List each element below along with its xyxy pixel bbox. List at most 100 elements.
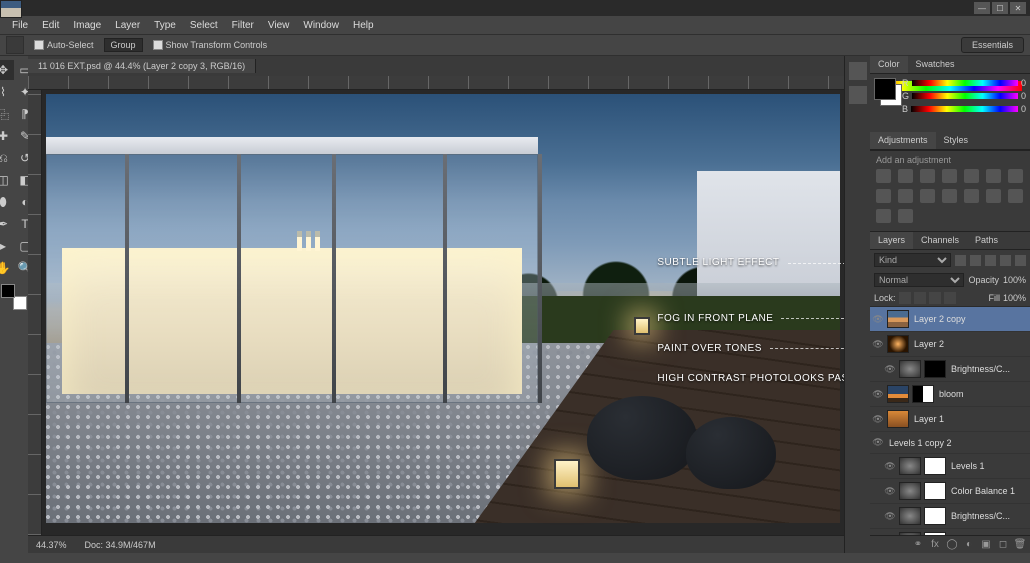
layer-thumbnail[interactable]	[899, 360, 921, 378]
adjustment-brightness-icon[interactable]	[876, 169, 891, 183]
properties-panel-icon[interactable]	[849, 86, 867, 104]
lasso-tool-icon[interactable]: ⌇	[0, 82, 14, 102]
healing-brush-tool-icon[interactable]: ✚	[0, 126, 14, 146]
adjustment-channelmixer-icon[interactable]	[920, 189, 935, 203]
layer-name[interactable]: Color Balance 1	[949, 486, 1028, 496]
menu-window[interactable]: Window	[297, 18, 345, 33]
layer-visibility-icon[interactable]: 👁	[884, 461, 896, 472]
adjustment-colorbalance-icon[interactable]	[1008, 169, 1023, 183]
blend-mode-select[interactable]: Normal	[874, 273, 964, 287]
foreground-background-color[interactable]	[1, 284, 27, 310]
menu-file[interactable]: File	[6, 18, 34, 33]
minimize-button[interactable]: —	[974, 2, 990, 14]
channels-tab[interactable]: Channels	[913, 232, 967, 249]
lock-transparency-icon[interactable]	[899, 292, 911, 304]
layer-mask-thumbnail[interactable]	[924, 507, 946, 525]
layers-tab[interactable]: Layers	[870, 232, 913, 249]
layer-name[interactable]: Layer 2	[912, 339, 1028, 349]
menu-layer[interactable]: Layer	[109, 18, 146, 33]
show-transform-checkbox[interactable]: Show Transform Controls	[153, 40, 268, 50]
fill-value[interactable]: 100%	[1003, 293, 1026, 303]
adjustment-bw-icon[interactable]	[876, 189, 891, 203]
filter-shape-icon[interactable]	[1000, 255, 1011, 266]
layer-thumbnail[interactable]	[887, 335, 909, 353]
eraser-tool-icon[interactable]: ◫	[0, 170, 14, 190]
adjustment-gradientmap-icon[interactable]	[876, 209, 891, 223]
layer-name[interactable]: Layer 2 copy	[912, 314, 1028, 324]
layer-row[interactable]: 👁Layer 2	[870, 332, 1030, 357]
ruler-vertical[interactable]	[28, 90, 42, 535]
maximize-button[interactable]: ☐	[992, 2, 1008, 14]
layer-name[interactable]: Levels 1 copy 2	[887, 438, 1028, 448]
layer-name[interactable]: Layer 1	[912, 414, 1028, 424]
path-select-tool-icon[interactable]: ▸	[0, 236, 14, 256]
filter-smart-icon[interactable]	[1015, 255, 1026, 266]
lock-position-icon[interactable]	[929, 292, 941, 304]
move-tool-icon[interactable]: ✥	[0, 60, 14, 80]
styles-tab[interactable]: Styles	[936, 132, 977, 149]
color-tab[interactable]: Color	[870, 56, 908, 73]
layer-visibility-icon[interactable]: 👁	[872, 437, 884, 448]
color-sliders[interactable]: R0 G0 B0	[902, 76, 1026, 116]
layer-mask-thumbnail[interactable]	[924, 457, 946, 475]
menu-edit[interactable]: Edit	[36, 18, 65, 33]
lock-pixels-icon[interactable]	[914, 292, 926, 304]
filter-pixel-icon[interactable]	[955, 255, 966, 266]
history-panel-icon[interactable]	[849, 62, 867, 80]
layer-thumbnail[interactable]	[887, 385, 909, 403]
ruler-horizontal[interactable]	[28, 76, 844, 90]
color-fg-swatch[interactable]	[874, 78, 896, 100]
document-tab[interactable]: 11 016 EXT.psd @ 44.4% (Layer 2 copy 3, …	[28, 59, 256, 73]
adjustment-vibrance-icon[interactable]	[964, 169, 979, 183]
layer-visibility-icon[interactable]: 👁	[872, 414, 884, 425]
adjustment-selectivecolor-icon[interactable]	[898, 209, 913, 223]
opacity-value[interactable]: 100%	[1003, 275, 1026, 285]
menu-type[interactable]: Type	[148, 18, 182, 33]
layer-mask-icon[interactable]: ◯	[946, 539, 958, 551]
auto-select-mode[interactable]: Group	[104, 38, 143, 52]
layer-visibility-icon[interactable]: 👁	[884, 486, 896, 497]
paths-tab[interactable]: Paths	[967, 232, 1006, 249]
adjustment-photofilter-icon[interactable]	[898, 189, 913, 203]
layer-row[interactable]: 👁Brightness/C...	[870, 357, 1030, 382]
new-adjustment-icon[interactable]: ◐	[963, 539, 975, 551]
layer-kind-filter[interactable]: Kind	[874, 253, 951, 267]
layer-visibility-icon[interactable]: 👁	[872, 314, 884, 325]
layer-fx-icon[interactable]: fx	[929, 539, 941, 551]
menu-image[interactable]: Image	[67, 18, 107, 33]
menu-help[interactable]: Help	[347, 18, 380, 33]
hand-tool-icon[interactable]: ✋	[0, 258, 14, 278]
layer-list[interactable]: 👁Layer 2 copy👁Layer 2👁Brightness/C...👁bl…	[870, 307, 1030, 535]
workspace-switcher[interactable]: Essentials	[961, 37, 1024, 53]
auto-select-checkbox[interactable]: Auto-Select	[34, 40, 94, 50]
layer-row[interactable]: 👁 Layer 2 copy	[870, 307, 1030, 332]
link-layers-icon[interactable]: ⚭	[912, 539, 924, 551]
layer-mask-thumbnail[interactable]	[924, 482, 946, 500]
close-button[interactable]: ✕	[1010, 2, 1026, 14]
move-tool-preset-icon[interactable]	[6, 36, 24, 54]
layer-thumbnail[interactable]	[887, 310, 909, 328]
adjustment-exposure-icon[interactable]	[942, 169, 957, 183]
menu-filter[interactable]: Filter	[226, 18, 260, 33]
crop-tool-icon[interactable]: ⿻	[0, 104, 14, 124]
layer-row[interactable]: 👁 Layer 1	[870, 407, 1030, 432]
layer-visibility-icon[interactable]: 👁	[884, 364, 896, 375]
layer-name[interactable]: Levels 1	[949, 461, 1028, 471]
adjustment-curves-icon[interactable]	[920, 169, 935, 183]
layer-visibility-icon[interactable]: 👁	[884, 511, 896, 522]
menu-view[interactable]: View	[262, 18, 296, 33]
filter-adjust-icon[interactable]	[970, 255, 981, 266]
layer-row[interactable]: 👁bloom	[870, 382, 1030, 407]
layer-row[interactable]: 👁 Brightness/C...	[870, 504, 1030, 529]
zoom-level[interactable]: 44.37%	[36, 540, 67, 550]
layer-thumbnail[interactable]	[887, 410, 909, 428]
layer-mask-thumbnail[interactable]	[912, 385, 934, 403]
blur-tool-icon[interactable]: ⬮	[0, 192, 14, 212]
lock-all-icon[interactable]	[944, 292, 956, 304]
new-group-icon[interactable]: ▣	[980, 539, 992, 551]
background-color-swatch[interactable]	[13, 296, 27, 310]
menu-select[interactable]: Select	[184, 18, 224, 33]
adjustment-levels-icon[interactable]	[898, 169, 913, 183]
layer-name[interactable]: Brightness/C...	[949, 511, 1028, 521]
layer-thumbnail[interactable]	[899, 457, 921, 475]
